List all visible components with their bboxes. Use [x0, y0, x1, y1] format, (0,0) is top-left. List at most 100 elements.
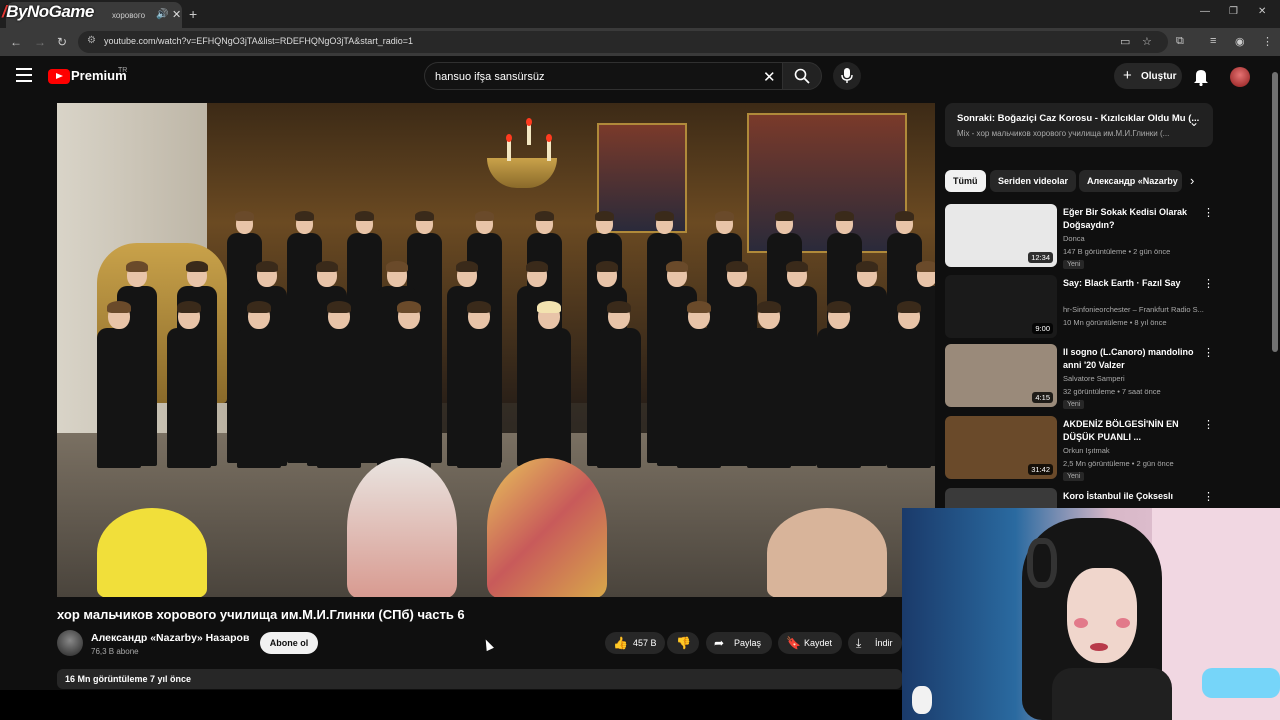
video-scene-candle	[547, 141, 551, 161]
clear-search-icon[interactable]: ✕	[763, 68, 776, 86]
site-info-icon[interactable]: ⚙	[87, 35, 96, 46]
channel-name[interactable]: Александр «Nazarby» Назаров	[91, 632, 249, 644]
channel-avatar[interactable]	[57, 630, 83, 656]
up-next-title: Sonraki: Boğaziçi Caz Korosu - Kızılcıkl…	[957, 113, 1200, 124]
subscribe-button[interactable]: Abone ol	[260, 632, 318, 654]
recommendation-title[interactable]: Say: Black Earth · Fazıl Say	[1063, 277, 1198, 290]
recommendation-stats: 32 görüntüleme • 7 saat önce	[1063, 387, 1161, 396]
video-scene-candle	[507, 141, 511, 161]
video-scene-boy-robe	[387, 328, 431, 469]
chip-series-videos[interactable]: Seriden videolar	[990, 170, 1077, 192]
recommendation-title[interactable]: Eğer Bir Sokak Kedisi Olarak Doğsaydın?	[1063, 206, 1198, 232]
scrollbar[interactable]	[1272, 60, 1278, 500]
video-scene-boy-robe	[817, 328, 861, 469]
view-count-and-date: 16 Mn görüntüleme 7 yıl önce	[65, 674, 192, 684]
video-scene-boy-robe	[887, 328, 931, 469]
recommendation-item[interactable]: 12:34 Eğer Bir Sokak Kedisi Olarak Doğsa…	[945, 204, 1215, 270]
video-scene-boy-robe	[527, 328, 571, 469]
video-scene-boy-hair	[107, 301, 131, 314]
speaker-icon[interactable]: 🔊	[156, 9, 168, 20]
browser-menu-icon[interactable]: ⋮	[1262, 35, 1273, 48]
video-scene-boy-hair	[757, 301, 781, 314]
thumbs-down-icon: 👎	[676, 636, 691, 650]
recommendation-item[interactable]: 4:15 Il sogno (L.Canoro) mandolino anni …	[945, 344, 1215, 410]
recommendation-channel[interactable]: Orkun Işıtmak	[1063, 446, 1110, 455]
new-badge: Yeni	[1063, 472, 1085, 481]
webcam-lamp-glow	[1202, 668, 1280, 698]
scrollbar-thumb[interactable]	[1272, 72, 1278, 352]
video-thumbnail[interactable]: 4:15	[945, 344, 1057, 407]
more-options-icon[interactable]: ⋮	[1203, 206, 1214, 219]
more-options-icon[interactable]: ⋮	[1203, 277, 1214, 290]
share-button[interactable]: ➦ Paylaş	[706, 632, 772, 654]
new-tab-button[interactable]: +	[189, 6, 197, 22]
video-scene-boy-hair	[834, 211, 855, 221]
recommendation-title[interactable]: Il sogno (L.Canoro) mandolino anni '20 V…	[1063, 346, 1198, 372]
recommendation-channel[interactable]: hr-Sinfonieorchester – Frankfurt Radio S…	[1063, 305, 1204, 314]
new-badge: Yeni	[1063, 400, 1085, 409]
more-options-icon[interactable]: ⋮	[1203, 346, 1214, 359]
video-scene-boy-robe	[677, 328, 721, 469]
minimize-button[interactable]: —	[1200, 6, 1210, 17]
video-scene-boy-hair	[534, 211, 555, 221]
chevron-down-icon[interactable]: ⌄	[1189, 115, 1199, 129]
voice-search-button[interactable]	[833, 62, 861, 90]
url-field[interactable]: ⚙ youtube.com/watch?v=EFHQNgO3jTA&list=R…	[78, 31, 1168, 53]
video-scene-boy-robe	[317, 328, 361, 469]
search-button[interactable]	[782, 62, 822, 90]
account-avatar[interactable]	[1230, 67, 1250, 87]
video-thumbnail[interactable]: 31:42	[945, 416, 1057, 479]
video-scene-icon	[747, 113, 907, 253]
recommendation-item[interactable]: 9:00 Say: Black Earth · Fazıl Say hr-Sin…	[945, 275, 1215, 341]
video-scene-boy-hair	[255, 261, 278, 272]
reload-icon[interactable]: ↻	[57, 35, 67, 49]
thumbs-up-icon: 👍	[613, 636, 628, 650]
maximize-button[interactable]: ❐	[1229, 6, 1238, 17]
video-scene-boy-robe	[747, 328, 791, 469]
recommendation-item[interactable]: 31:42 AKDENİZ BÖLGESİ'NİN EN DÜŞÜK PUANL…	[945, 416, 1215, 482]
recommendation-title[interactable]: AKDENİZ BÖLGESİ'NİN EN DÜŞÜK PUANLI ...	[1063, 418, 1198, 444]
webcam-blush	[1116, 618, 1130, 628]
download-button[interactable]: ⤓ İndir	[848, 632, 902, 654]
dislike-button[interactable]: 👎	[667, 632, 699, 654]
like-button[interactable]: 👍 457 B	[605, 632, 665, 654]
forward-arrow-icon[interactable]: →	[34, 35, 46, 49]
youtube-logo-icon[interactable]	[48, 69, 70, 84]
reading-list-icon[interactable]: ≡	[1210, 35, 1216, 47]
video-thumbnail[interactable]: 12:34	[945, 204, 1057, 267]
recommendation-title[interactable]: Koro İstanbul ile Çokseslı	[1063, 490, 1198, 503]
video-scene-boy-hair	[455, 261, 478, 272]
recommendation-channel[interactable]: Salvatore Samperi	[1063, 374, 1125, 383]
video-thumbnail[interactable]: 9:00	[945, 275, 1057, 338]
search-icon	[794, 68, 810, 84]
chip-channel[interactable]: Александр «Nazarby	[1079, 170, 1182, 192]
plus-icon: +	[1123, 67, 1132, 84]
video-scene-boy-hair	[474, 211, 495, 221]
new-badge: Yeni	[1063, 260, 1085, 269]
description-box[interactable]: 16 Mn görüntüleme 7 yıl önce	[57, 669, 902, 689]
more-options-icon[interactable]: ⋮	[1203, 418, 1214, 431]
save-label: Kaydet	[804, 638, 833, 648]
tab-close-icon[interactable]: ✕	[172, 8, 181, 21]
video-player[interactable]	[57, 103, 935, 597]
up-next-panel[interactable]: Sonraki: Boğaziçi Caz Korosu - Kızılcıkl…	[945, 103, 1213, 147]
bookmark-star-icon[interactable]: ☆	[1142, 35, 1152, 48]
extensions-icon[interactable]: ⧉	[1176, 35, 1184, 48]
profile-icon[interactable]: ◉	[1235, 35, 1245, 48]
save-button[interactable]: 🔖 Kaydet	[778, 632, 842, 654]
cast-icon[interactable]: ▭	[1120, 35, 1130, 48]
video-scene-boy-hair	[855, 261, 878, 272]
recommendation-channel[interactable]: Donca	[1063, 234, 1085, 243]
window-close-button[interactable]: ✕	[1258, 6, 1266, 17]
search-query: hansuo ifşa sansürsüz	[435, 71, 545, 83]
search-input[interactable]: hansuo ifşa sansürsüz ✕	[424, 62, 782, 90]
video-scene-boy-hair	[687, 301, 711, 314]
notifications-bell-icon[interactable]	[1193, 68, 1209, 86]
back-arrow-icon[interactable]: ←	[10, 35, 22, 49]
hamburger-menu-icon[interactable]	[16, 68, 32, 86]
chip-all[interactable]: Tümü	[945, 170, 986, 192]
create-button[interactable]: + Oluştur	[1114, 63, 1182, 89]
chevron-right-icon[interactable]: ›	[1190, 173, 1194, 188]
more-options-icon[interactable]: ⋮	[1203, 490, 1214, 503]
video-scene-boy-robe	[457, 328, 501, 469]
